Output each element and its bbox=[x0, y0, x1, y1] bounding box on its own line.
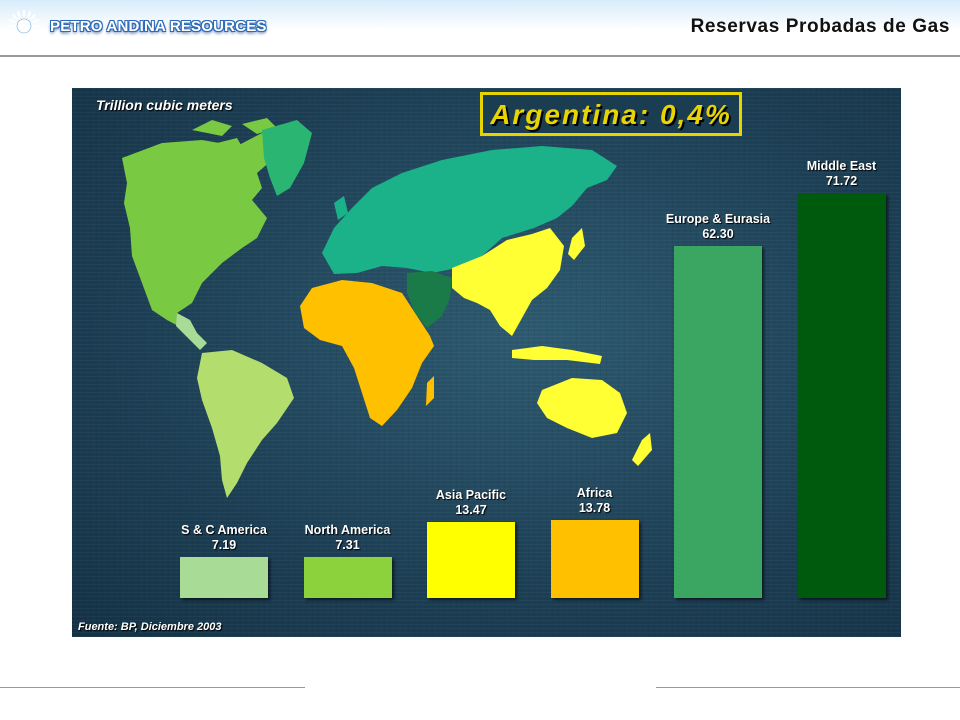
bar-africa bbox=[550, 520, 639, 598]
footer-line-right bbox=[656, 687, 960, 688]
company-name: PETRO ANDINA RESOURCES bbox=[50, 18, 267, 35]
bar-label: Asia Pacific 13.47 bbox=[401, 488, 541, 518]
bar-label: Africa 13.78 bbox=[525, 486, 665, 516]
sunburst-logo-icon bbox=[8, 10, 40, 42]
bar-category-label: Europe & Eurasia bbox=[665, 212, 771, 226]
bar-value-label: 7.31 bbox=[335, 537, 360, 552]
bar-s-c-america bbox=[180, 557, 268, 598]
bar-middle-east bbox=[797, 192, 886, 598]
bar-category-label: Asia Pacific bbox=[435, 487, 507, 502]
argentina-highlight-box: Argentina: 0,4% bbox=[480, 92, 742, 136]
source-label: Fuente: BP, Diciembre 2003 bbox=[78, 621, 222, 633]
bar-value-label: 71.72 bbox=[825, 173, 858, 188]
bar-label: S & C America 7.19 bbox=[154, 523, 294, 553]
map-indonesia bbox=[512, 346, 602, 364]
bar-europe-eurasia bbox=[674, 246, 762, 598]
bar-value-label: 62.30 bbox=[702, 227, 734, 241]
header-bar: PETRO ANDINA RESOURCES Reservas Probadas… bbox=[0, 0, 960, 57]
map-south-america bbox=[197, 350, 294, 498]
page-title: Reservas Probadas de Gas bbox=[690, 16, 950, 37]
bar-category-label: S & C America bbox=[181, 523, 267, 538]
map-australia bbox=[537, 378, 627, 438]
map-japan bbox=[568, 228, 585, 260]
map-madagascar bbox=[426, 376, 434, 406]
bar-label: Europe & Eurasia 62.30 bbox=[648, 212, 788, 242]
bar-label: Middle East 71.72 bbox=[772, 159, 902, 189]
bar-category-label: Africa bbox=[576, 486, 613, 501]
argentina-highlight-text: Argentina: 0,4% bbox=[490, 99, 732, 130]
map-north-america bbox=[122, 133, 277, 328]
map-central-america bbox=[176, 313, 207, 350]
footer-line-left bbox=[0, 687, 305, 688]
bar-value-label: 13.78 bbox=[578, 501, 611, 516]
map-new-zealand bbox=[632, 433, 652, 466]
bar-category-label: North America bbox=[304, 522, 391, 537]
bar-label: North America 7.31 bbox=[278, 523, 418, 553]
bar-category-label: Middle East bbox=[806, 158, 877, 173]
map-greenland bbox=[262, 120, 312, 196]
unit-label: Trillion cubic meters bbox=[96, 97, 233, 113]
bar-north-america bbox=[303, 556, 392, 598]
bar-value-label: 7.19 bbox=[211, 538, 237, 553]
bar-asia-pacific bbox=[427, 521, 515, 598]
bar-value-label: 13.47 bbox=[455, 502, 487, 517]
chart-panel: Trillion cubic meters Argentina: 0,4% S … bbox=[72, 88, 901, 637]
